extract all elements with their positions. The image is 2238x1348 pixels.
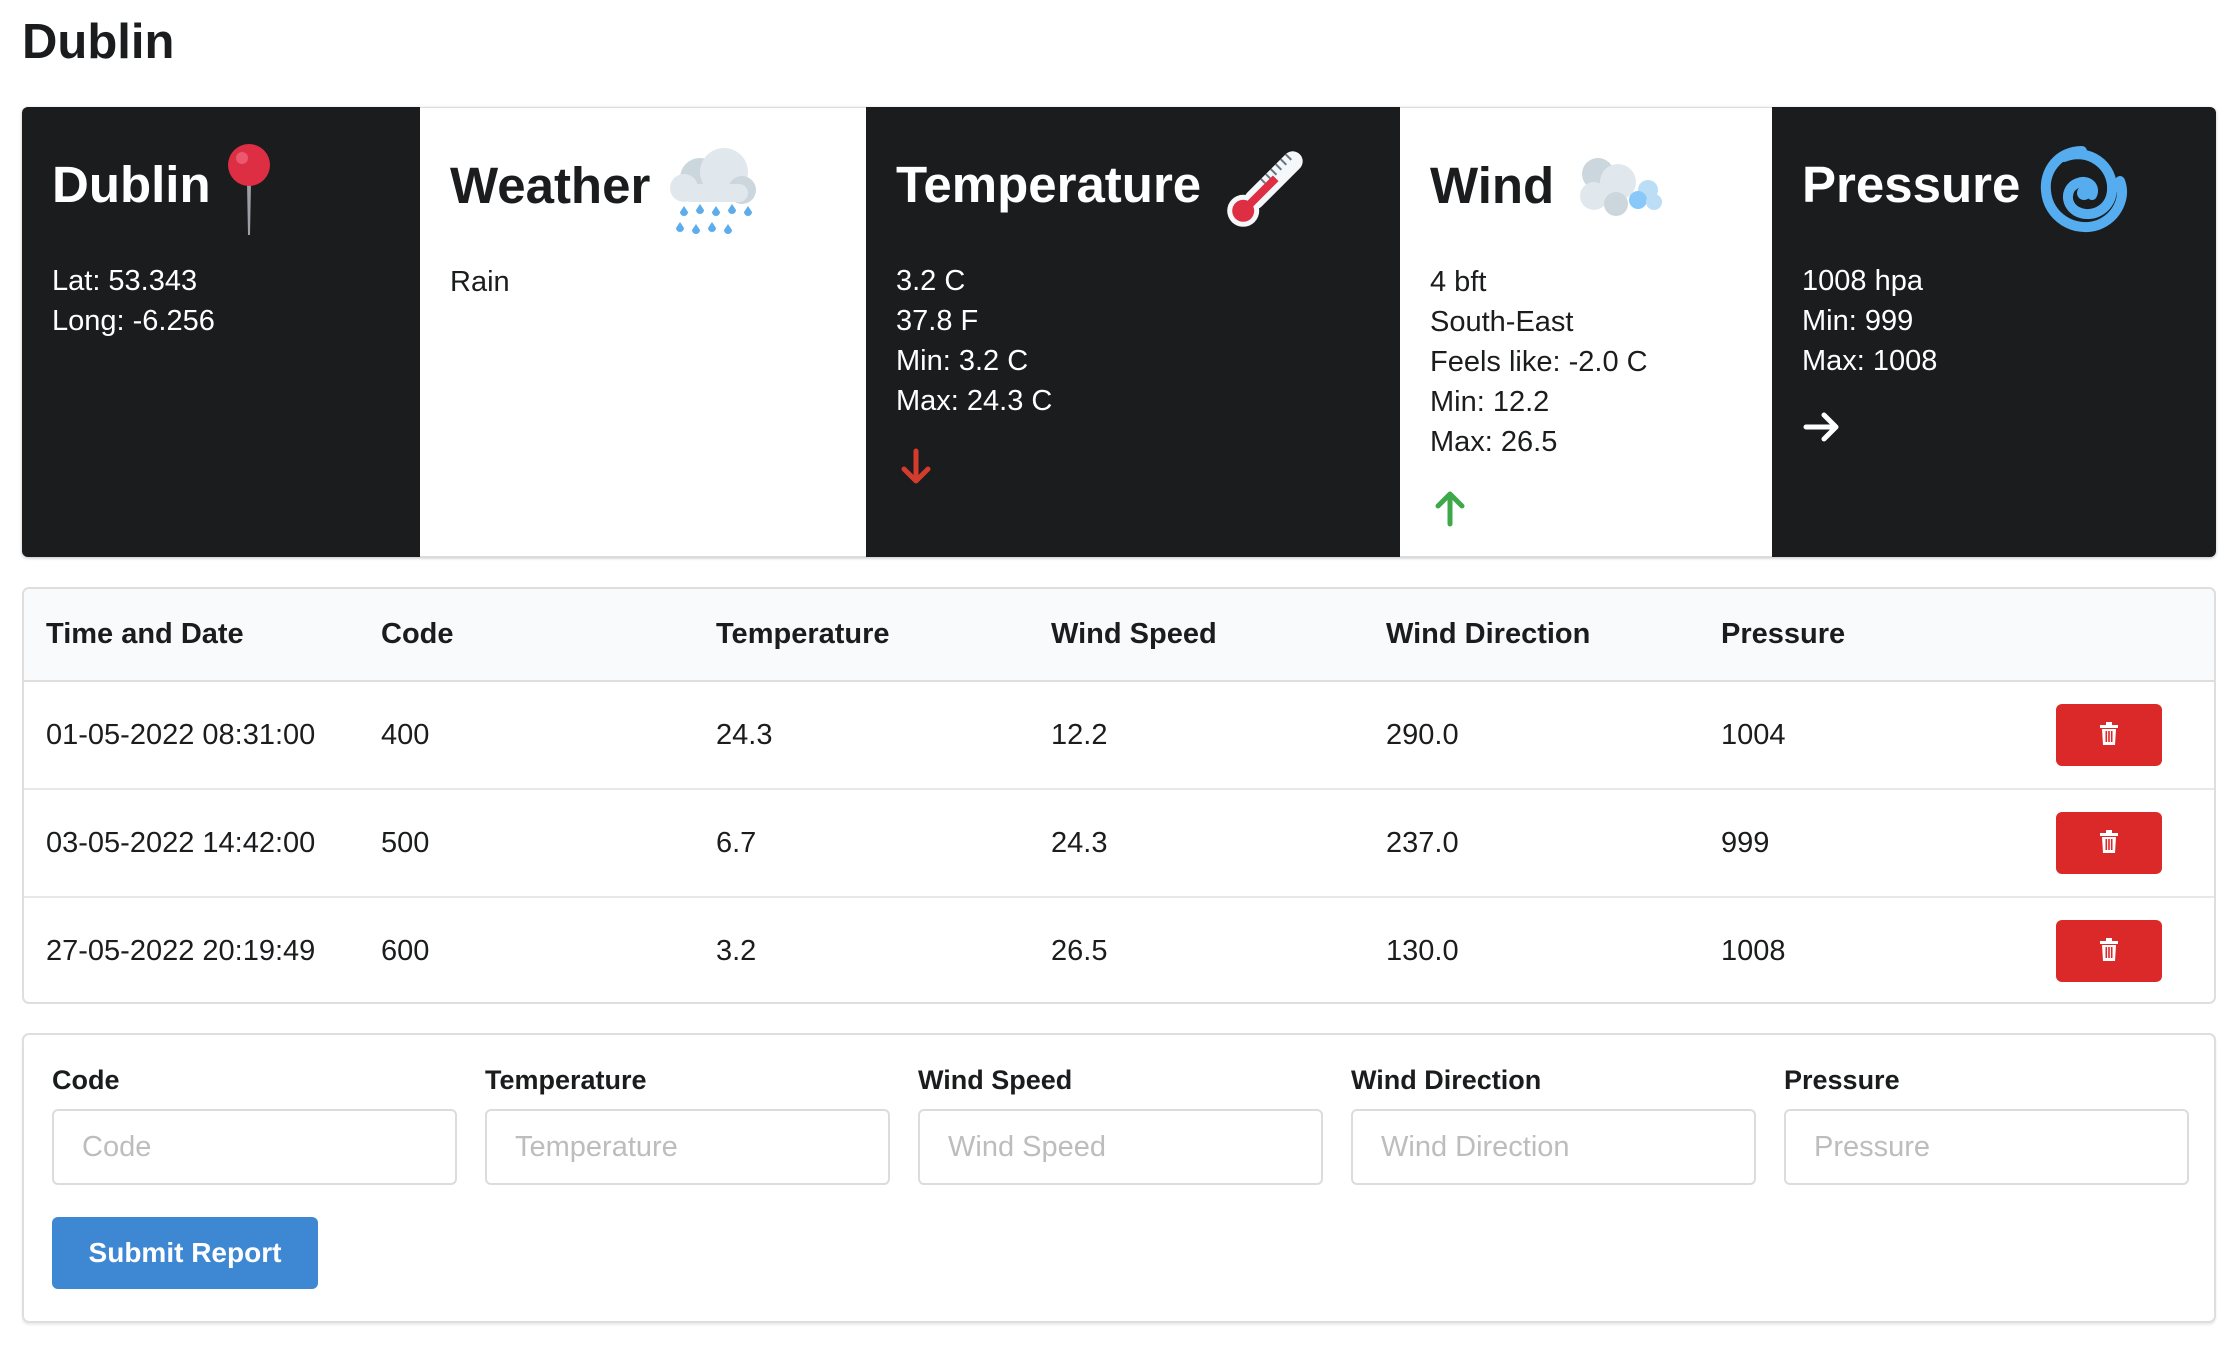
cell-wind-speed: 26.5	[1051, 934, 1108, 967]
temperature-max: Max: 24.3 C	[896, 385, 1053, 417]
weather-card: Weather Rain	[420, 107, 866, 557]
cell-pressure: 1004	[1699, 681, 2034, 790]
cell-time-date: 27-05-2022 20:19:49	[46, 934, 316, 967]
trash-icon	[2099, 937, 2119, 965]
wind-direction-field-group: Wind Direction	[1351, 1065, 1756, 1185]
new-report-form: Code Temperature Wind Speed Wind Directi…	[22, 1033, 2216, 1323]
cyclone-icon	[2034, 143, 2130, 244]
column-header-wind-speed: Wind Speed	[1029, 589, 1364, 682]
wind-speed-label: Wind Speed	[918, 1065, 1073, 1095]
cell-code: 400	[359, 681, 694, 790]
pressure-current: 1008 hpa	[1802, 265, 1923, 297]
weather-condition: Rain	[450, 266, 510, 298]
page-title: Dublin	[22, 15, 175, 69]
cell-wind-speed: 12.2	[1029, 681, 1364, 790]
pressure-input[interactable]	[1784, 1109, 2189, 1185]
wind-feels-like: Feels like: -2.0 C	[1430, 346, 1648, 378]
wind-beaufort: 4 bft	[1430, 266, 1487, 298]
wind-icon	[1568, 144, 1668, 245]
arrow-right-icon	[1802, 407, 2186, 452]
table-header-row: Time and Date Code Temperature Wind Spee…	[24, 589, 2214, 682]
code-input[interactable]	[52, 1109, 457, 1185]
delete-report-button[interactable]	[2056, 704, 2162, 766]
column-header-code: Code	[359, 589, 694, 682]
wind-card: Wind 4 bft South-East Feels like: -2.0 C…	[1400, 107, 1772, 557]
wind-max: Max: 26.5	[1430, 426, 1558, 458]
trash-icon	[2099, 829, 2119, 857]
temperature-celsius: 3.2 C	[896, 265, 966, 297]
cell-temperature: 3.2	[716, 934, 757, 967]
cell-pressure: 1008	[1721, 934, 1786, 967]
weather-card-title: Weather	[450, 157, 651, 214]
cell-wind-direction: 237.0	[1364, 789, 1699, 898]
wind-min: Min: 12.2	[1430, 386, 1550, 418]
location-longitude: Long: -6.256	[52, 305, 215, 337]
temperature-min: Min: 3.2 C	[896, 345, 1029, 377]
pressure-min: Min: 999	[1802, 305, 1914, 337]
map-pin-icon	[225, 143, 273, 244]
thermometer-icon	[1215, 143, 1311, 244]
wind-direction-input[interactable]	[1351, 1109, 1756, 1185]
pressure-card-title: Pressure	[1802, 156, 2021, 213]
column-header-pressure: Pressure	[1699, 589, 2034, 682]
wind-direction-label: Wind Direction	[1351, 1065, 1542, 1095]
cell-actions	[2034, 681, 2214, 790]
temperature-fahrenheit: 37.8 F	[896, 305, 979, 337]
code-label: Code	[52, 1065, 120, 1095]
wind-speed-field-group: Wind Speed	[918, 1065, 1323, 1185]
cell-code: 600	[381, 934, 430, 967]
trash-icon	[2099, 721, 2119, 749]
pressure-label: Pressure	[1784, 1065, 1900, 1095]
temperature-label: Temperature	[485, 1065, 647, 1095]
temperature-input[interactable]	[485, 1109, 890, 1185]
pressure-max: Max: 1008	[1802, 345, 1938, 377]
cell-code: 500	[359, 789, 694, 898]
arrow-up-icon	[1430, 488, 1742, 533]
table-row: 03-05-2022 14:42:00 500 6.7 24.3 237.0 9…	[24, 789, 2214, 898]
cell-wind-speed: 24.3	[1029, 789, 1364, 898]
table-row: 01-05-2022 08:31:00 400 24.3 12.2 290.0 …	[24, 681, 2214, 790]
column-header-wind-direction: Wind Direction	[1364, 589, 1699, 682]
location-card-title: Dublin	[52, 156, 211, 213]
cell-temperature: 24.3	[694, 681, 1029, 790]
location-latitude: Lat: 53.343	[52, 265, 198, 297]
cell-wind-direction: 130.0	[1386, 934, 1459, 967]
wind-card-title: Wind	[1430, 157, 1555, 214]
submit-report-button[interactable]: Submit Report	[52, 1217, 318, 1289]
summary-cards: Dublin Lat: 53.343 Long: -6.256 Weather	[22, 107, 2216, 557]
cell-temperature: 6.7	[694, 789, 1029, 898]
cell-actions	[2034, 789, 2214, 898]
reports-table: Time and Date Code Temperature Wind Spee…	[22, 587, 2216, 1004]
rain-cloud-icon	[664, 144, 760, 245]
location-card: Dublin Lat: 53.343 Long: -6.256	[22, 107, 420, 557]
code-field-group: Code	[52, 1065, 457, 1185]
column-header-time-date: Time and Date	[24, 589, 359, 682]
delete-report-button[interactable]	[2056, 812, 2162, 874]
pressure-card: Pressure 1008 hpa Min: 999 Max: 1008	[1772, 107, 2216, 557]
wind-direction: South-East	[1430, 306, 1574, 338]
temperature-field-group: Temperature	[485, 1065, 890, 1185]
delete-report-button[interactable]	[2056, 920, 2162, 982]
cell-actions	[2034, 897, 2214, 1002]
temperature-card-title: Temperature	[896, 156, 1202, 213]
cell-wind-direction: 290.0	[1364, 681, 1699, 790]
column-header-actions	[2034, 589, 2214, 682]
table-row: 27-05-2022 20:19:49 600 3.2 26.5 130.0 1…	[24, 897, 2214, 1002]
pressure-field-group: Pressure	[1784, 1065, 2189, 1185]
column-header-temperature: Temperature	[694, 589, 1029, 682]
cell-time-date: 01-05-2022 08:31:00	[24, 681, 359, 790]
cell-time-date: 03-05-2022 14:42:00	[24, 789, 359, 898]
arrow-down-icon	[896, 447, 1370, 492]
temperature-card: Temperature 3.2 C 37.8 F Min: 3.2 C Max:…	[866, 107, 1400, 557]
wind-speed-input[interactable]	[918, 1109, 1323, 1185]
cell-pressure: 999	[1699, 789, 2034, 898]
